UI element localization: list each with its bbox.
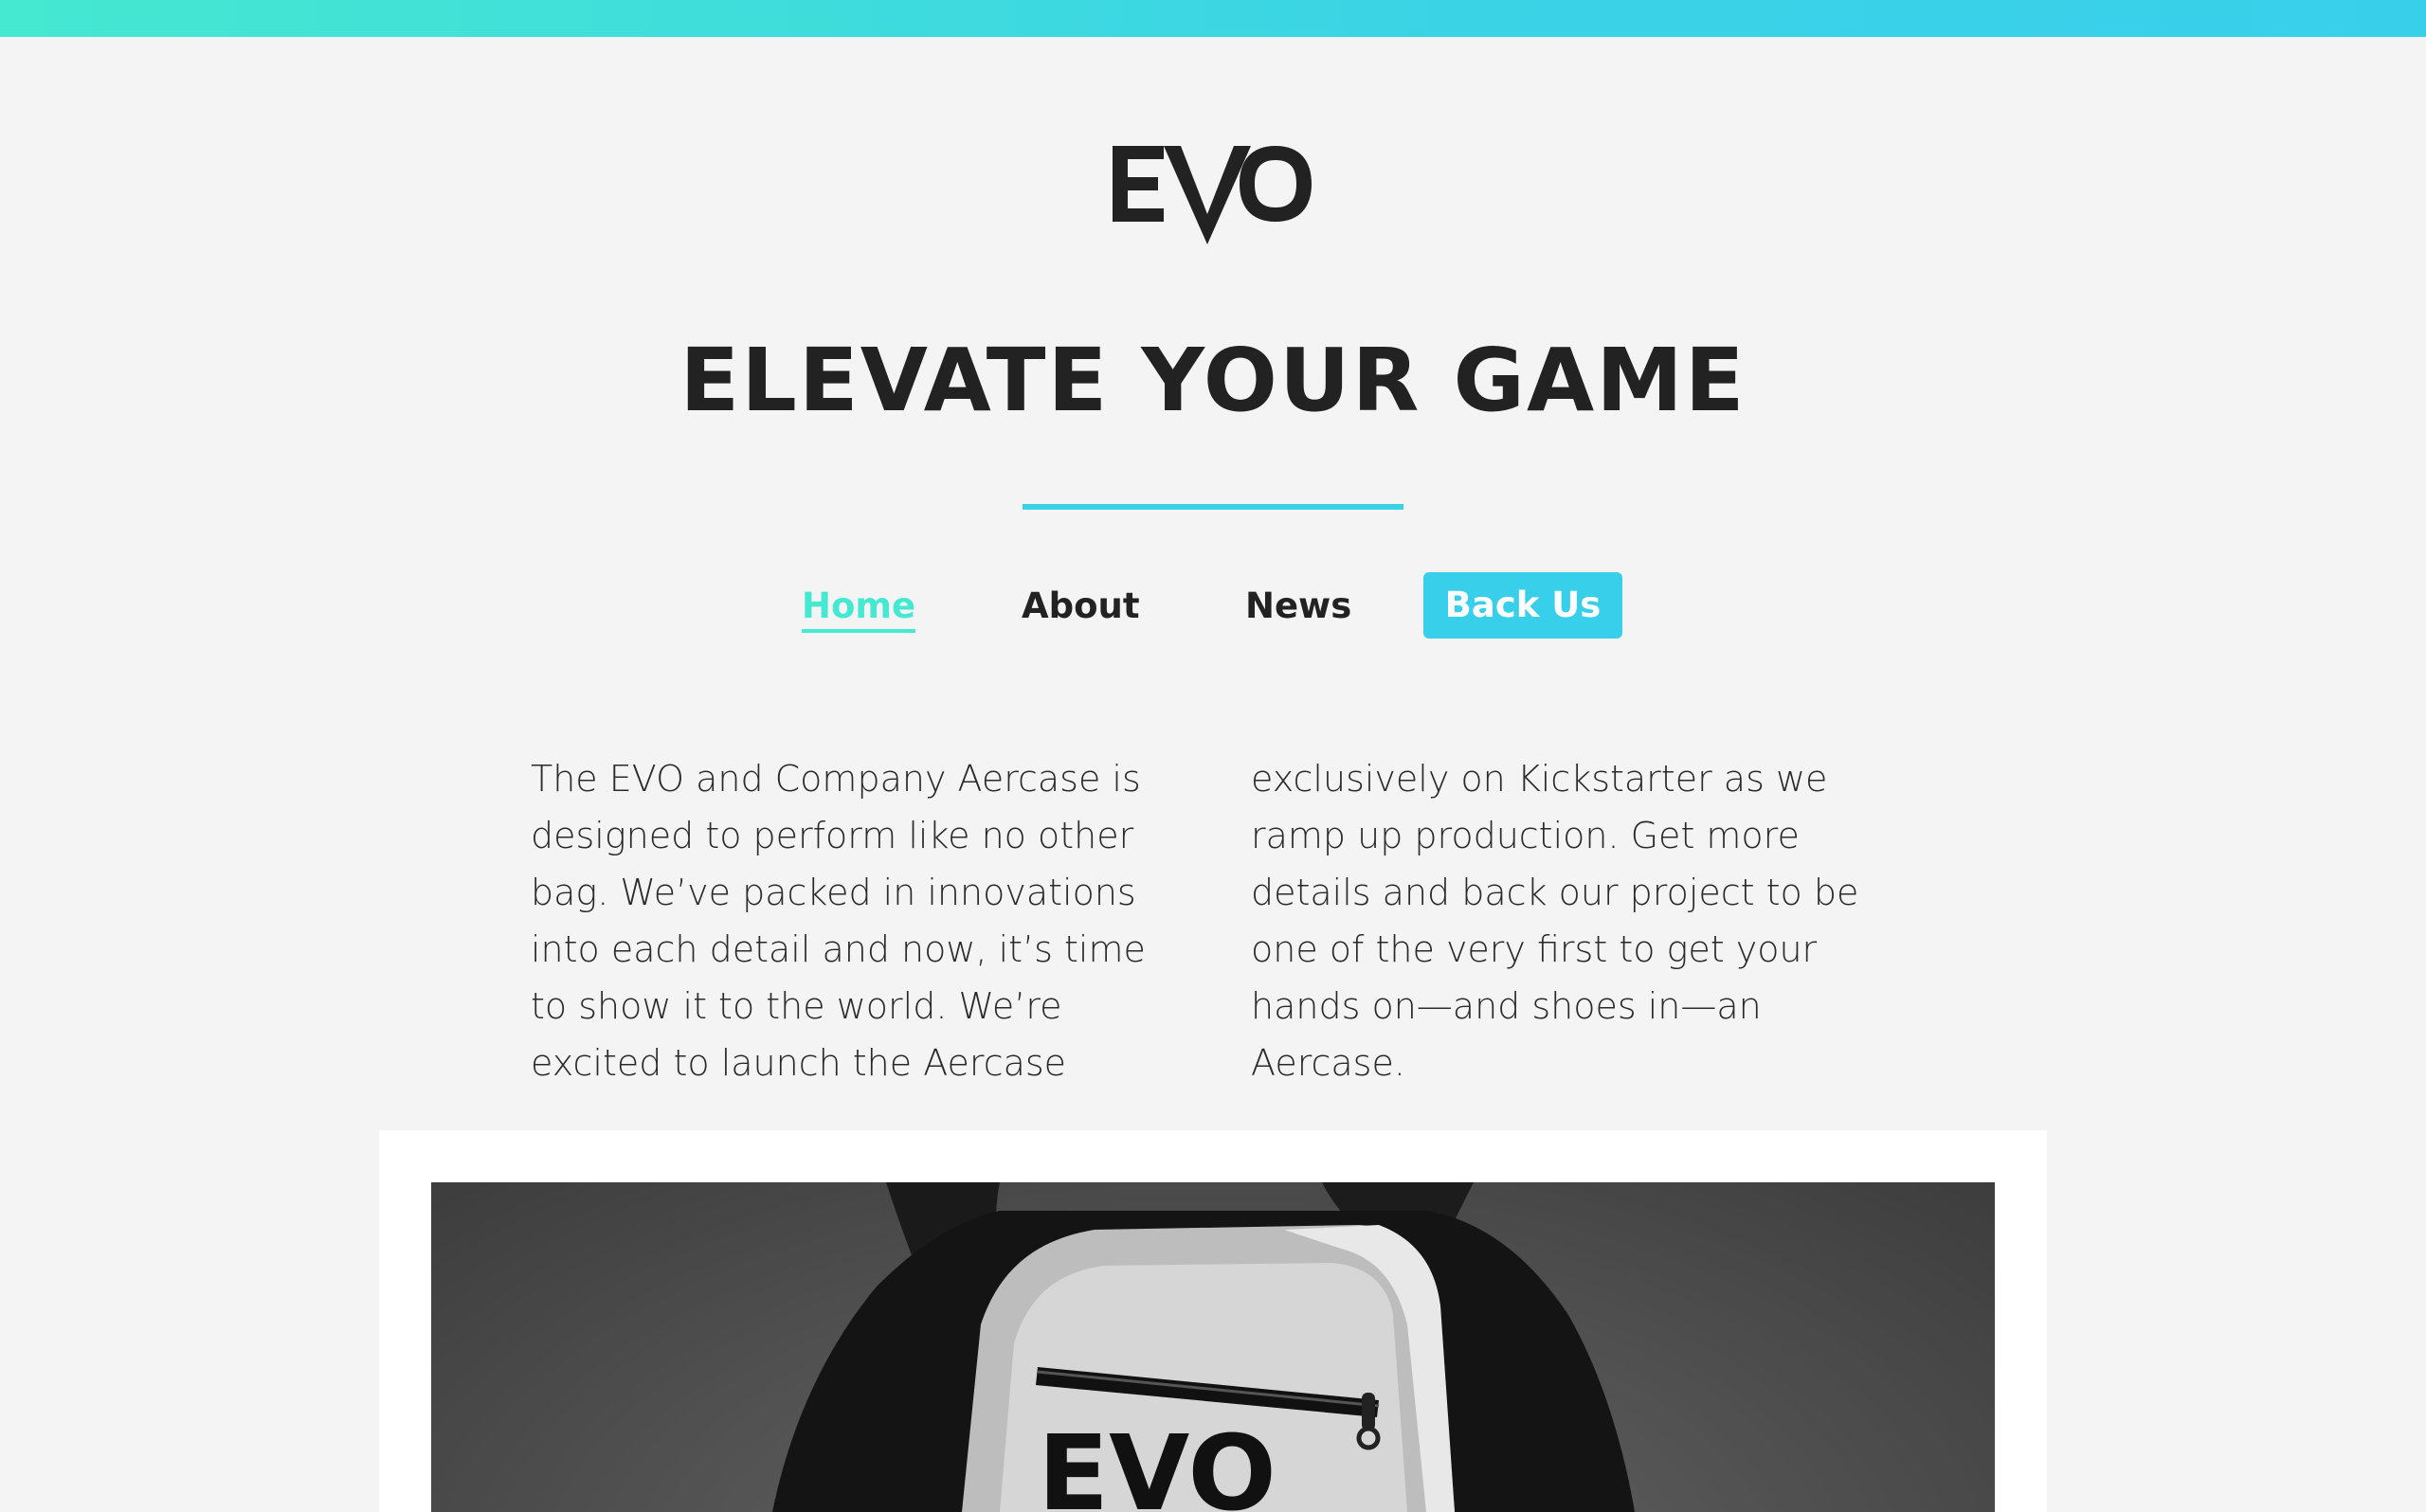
evo-logo-icon [1113, 146, 1312, 244]
top-accent-bar [0, 0, 2426, 37]
backpack-photo-icon: EVO [772, 1182, 1635, 1512]
bag-logo-text: EVO [1038, 1413, 1276, 1512]
nav-item-home[interactable]: Home [802, 572, 916, 640]
photo-frame: EVO [379, 1130, 2047, 1512]
intro-text-column-1: The EVO and Company Aercase is designed … [531, 758, 1146, 1084]
hero-headline: ELEVATE YOUR GAME [679, 330, 1747, 431]
nav-item-about[interactable]: About [1022, 572, 1140, 640]
backpack-photo: EVO [431, 1182, 1995, 1512]
back-us-button[interactable]: Back Us [1423, 572, 1622, 639]
main-nav: Home About News Back Us [0, 572, 2426, 640]
nav-active-underline [802, 629, 916, 633]
nav-item-home-label: Home [802, 585, 916, 626]
evo-logo[interactable] [1109, 140, 1317, 246]
nav-item-news[interactable]: News [1245, 572, 1351, 640]
headline-divider [1023, 504, 1403, 510]
intro-text-column-2: exclusively on Kickstarter as we ramp up… [1251, 758, 1859, 1084]
